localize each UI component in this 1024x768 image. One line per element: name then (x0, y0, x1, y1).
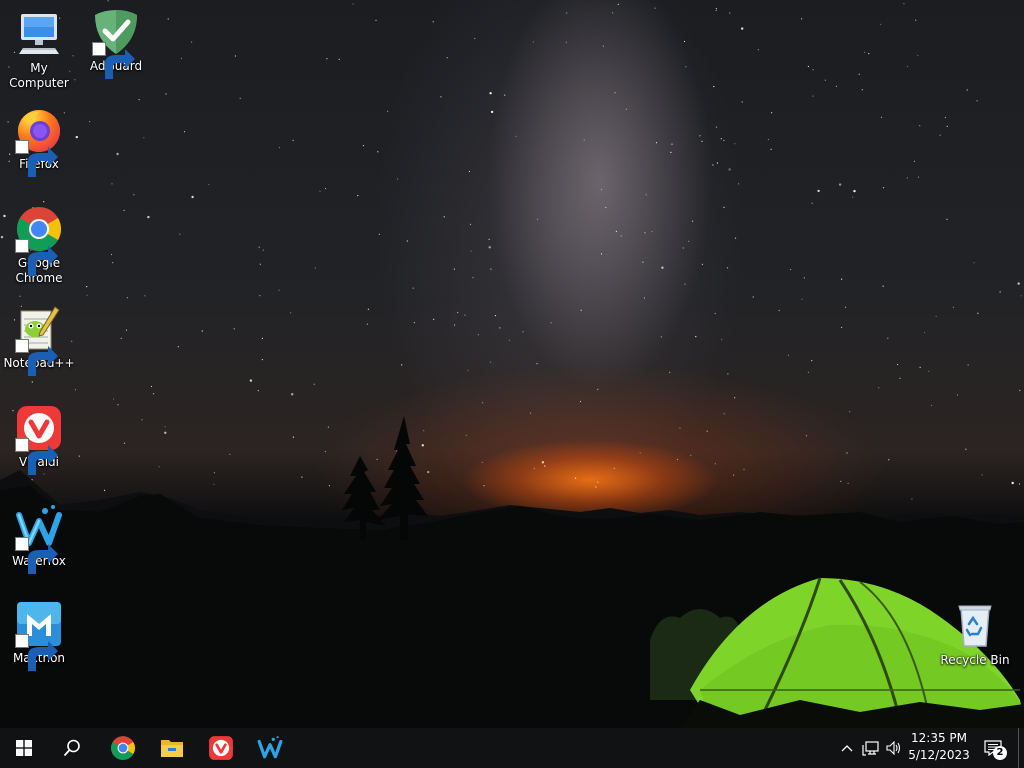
icon-label: My Computer (9, 61, 69, 90)
shortcut-arrow-icon (15, 239, 58, 276)
waterfox-icon (15, 503, 63, 574)
vivaldi-icon (209, 736, 233, 760)
shortcut-arrow-icon (15, 634, 58, 671)
vivaldi-icon (15, 404, 63, 475)
tray-overflow-button[interactable] (838, 728, 856, 768)
desktop-icon-google-chrome[interactable]: Google Chrome (0, 205, 78, 286)
waterfox-icon (257, 736, 283, 759)
desktop-icon-notepadpp[interactable]: Notepad++ (0, 305, 78, 376)
shortcut-arrow-icon (15, 537, 58, 574)
desktop-icon-recycle-bin[interactable]: Recycle Bin (936, 602, 1014, 668)
taskbar-waterfox[interactable] (246, 728, 294, 768)
desktop-icon-vivaldi[interactable]: Vivaldi (0, 404, 78, 475)
shortcut-arrow-icon (15, 339, 58, 376)
taskbar-file-explorer[interactable] (148, 728, 196, 768)
search-icon (63, 739, 80, 757)
shortcut-arrow-icon (92, 42, 135, 79)
show-desktop-button[interactable] (1018, 728, 1024, 768)
volume-button[interactable] (884, 728, 904, 768)
chevron-up-icon (841, 745, 853, 752)
desktop-icon-maxthon[interactable]: Maxthon (0, 600, 78, 671)
desktop-icon-adguard[interactable]: AdGuard (77, 8, 155, 79)
recycle-bin-icon (951, 602, 999, 650)
windows-start-icon (16, 740, 32, 756)
adguard-icon (92, 8, 140, 79)
desktop-wallpaper: My Computer AdGuard Firefox Google Chrom… (0, 0, 1024, 728)
icon-label: Recycle Bin (940, 653, 1010, 667)
desktop-icon-my-computer[interactable]: My Computer (0, 10, 78, 91)
folder-icon (161, 740, 183, 757)
start-button[interactable] (0, 728, 48, 768)
chrome-icon (15, 205, 63, 276)
volume-icon (886, 741, 901, 755)
firefox-icon (15, 106, 63, 177)
desktop-icon-waterfox[interactable]: Waterfox (0, 503, 78, 574)
clock-date: 5/12/2023 (908, 748, 970, 762)
clock[interactable]: 12:35 PM 5/12/2023 (904, 730, 974, 766)
chrome-icon (111, 736, 135, 760)
computer-icon (15, 10, 63, 58)
notification-count-badge: 2 (993, 746, 1007, 760)
shortcut-arrow-icon (15, 438, 58, 475)
taskbar-vivaldi[interactable] (197, 728, 245, 768)
notepadpp-icon (15, 305, 63, 376)
clock-time: 12:35 PM (911, 731, 967, 745)
search-button[interactable] (48, 728, 96, 768)
taskbar-chrome[interactable] (99, 728, 147, 768)
shortcut-arrow-icon (15, 140, 58, 177)
action-center-button[interactable]: 2 (980, 728, 1007, 768)
maxthon-icon (15, 600, 63, 671)
taskbar: 12:35 PM 5/12/2023 2 (0, 728, 1024, 768)
network-icon (862, 741, 879, 756)
network-button[interactable] (860, 728, 882, 768)
desktop-icon-firefox[interactable]: Firefox (0, 106, 78, 177)
landscape-silhouette (0, 416, 1024, 728)
